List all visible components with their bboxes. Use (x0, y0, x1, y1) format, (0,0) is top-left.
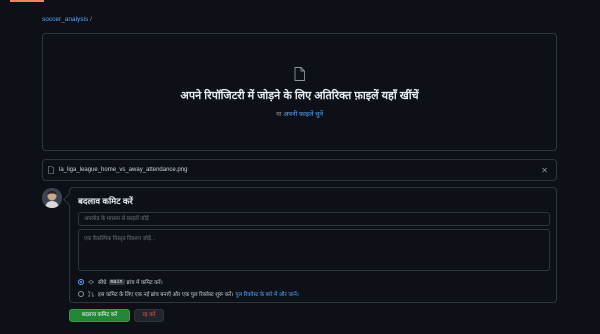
commit-summary-input[interactable] (78, 212, 550, 226)
close-icon[interactable]: ✕ (541, 166, 548, 175)
file-icon (294, 66, 305, 81)
dropzone-or-text: या (276, 110, 282, 118)
breadcrumb-repo-link[interactable]: soccer_analysis (42, 16, 88, 23)
uploaded-file-name: la_liga_league_home_vs_away_attendance.p… (59, 167, 188, 173)
commit-direct-option[interactable]: सीधे main ब्रांच में कमिट करें। (78, 278, 163, 286)
git-commit-icon (88, 280, 94, 284)
top-accent-bar (10, 0, 44, 2)
commit-new-branch-option[interactable]: इस कमिट के लिए एक नई ब्रांच बनाएँ और एक … (78, 290, 299, 298)
commit-direct-radio[interactable] (78, 279, 84, 285)
commit-direct-prefix: सीधे (98, 280, 107, 286)
file-dropzone[interactable]: अपने रिपॉजिटरी में जोड़ने के लिए अतिरिक्… (42, 33, 557, 151)
pull-request-learn-more-link[interactable]: पुल रिक्वेस्ट के बारे में और जानें। (235, 290, 299, 298)
file-icon (48, 166, 54, 174)
commit-title: बदलाव कमिट करें (78, 196, 133, 206)
commit-changes-button[interactable]: बदलाव कमिट करें (69, 309, 130, 322)
breadcrumb-separator: / (90, 16, 92, 23)
dropzone-subtitle: या अपनी फ़ाइलें चुनें (276, 109, 323, 118)
dropzone-title: अपने रिपॉजिटरी में जोड़ने के लिए अतिरिक्… (180, 89, 419, 102)
choose-files-link[interactable]: अपनी फ़ाइलें चुनें (283, 111, 323, 118)
uploaded-file-row: la_liga_league_home_vs_away_attendance.p… (42, 159, 557, 181)
avatar-image (42, 188, 62, 208)
commit-changes-panel: बदलाव कमिट करें सीधे main ब्रांच में कमि… (69, 187, 557, 303)
commit-description-input[interactable] (78, 229, 550, 271)
commit-direct-suffix: ब्रांच में कमिट करें। (126, 280, 163, 286)
git-pull-request-icon (88, 291, 94, 297)
breadcrumb: soccer_analysis / (42, 16, 92, 23)
commit-new-branch-radio[interactable] (78, 291, 84, 297)
commit-new-branch-text: इस कमिट के लिए एक नई ब्रांच बनाएँ और एक … (98, 292, 234, 298)
avatar (42, 188, 62, 208)
branch-name-chip: main (108, 279, 125, 285)
cancel-button[interactable]: रद्द करें (134, 309, 164, 322)
